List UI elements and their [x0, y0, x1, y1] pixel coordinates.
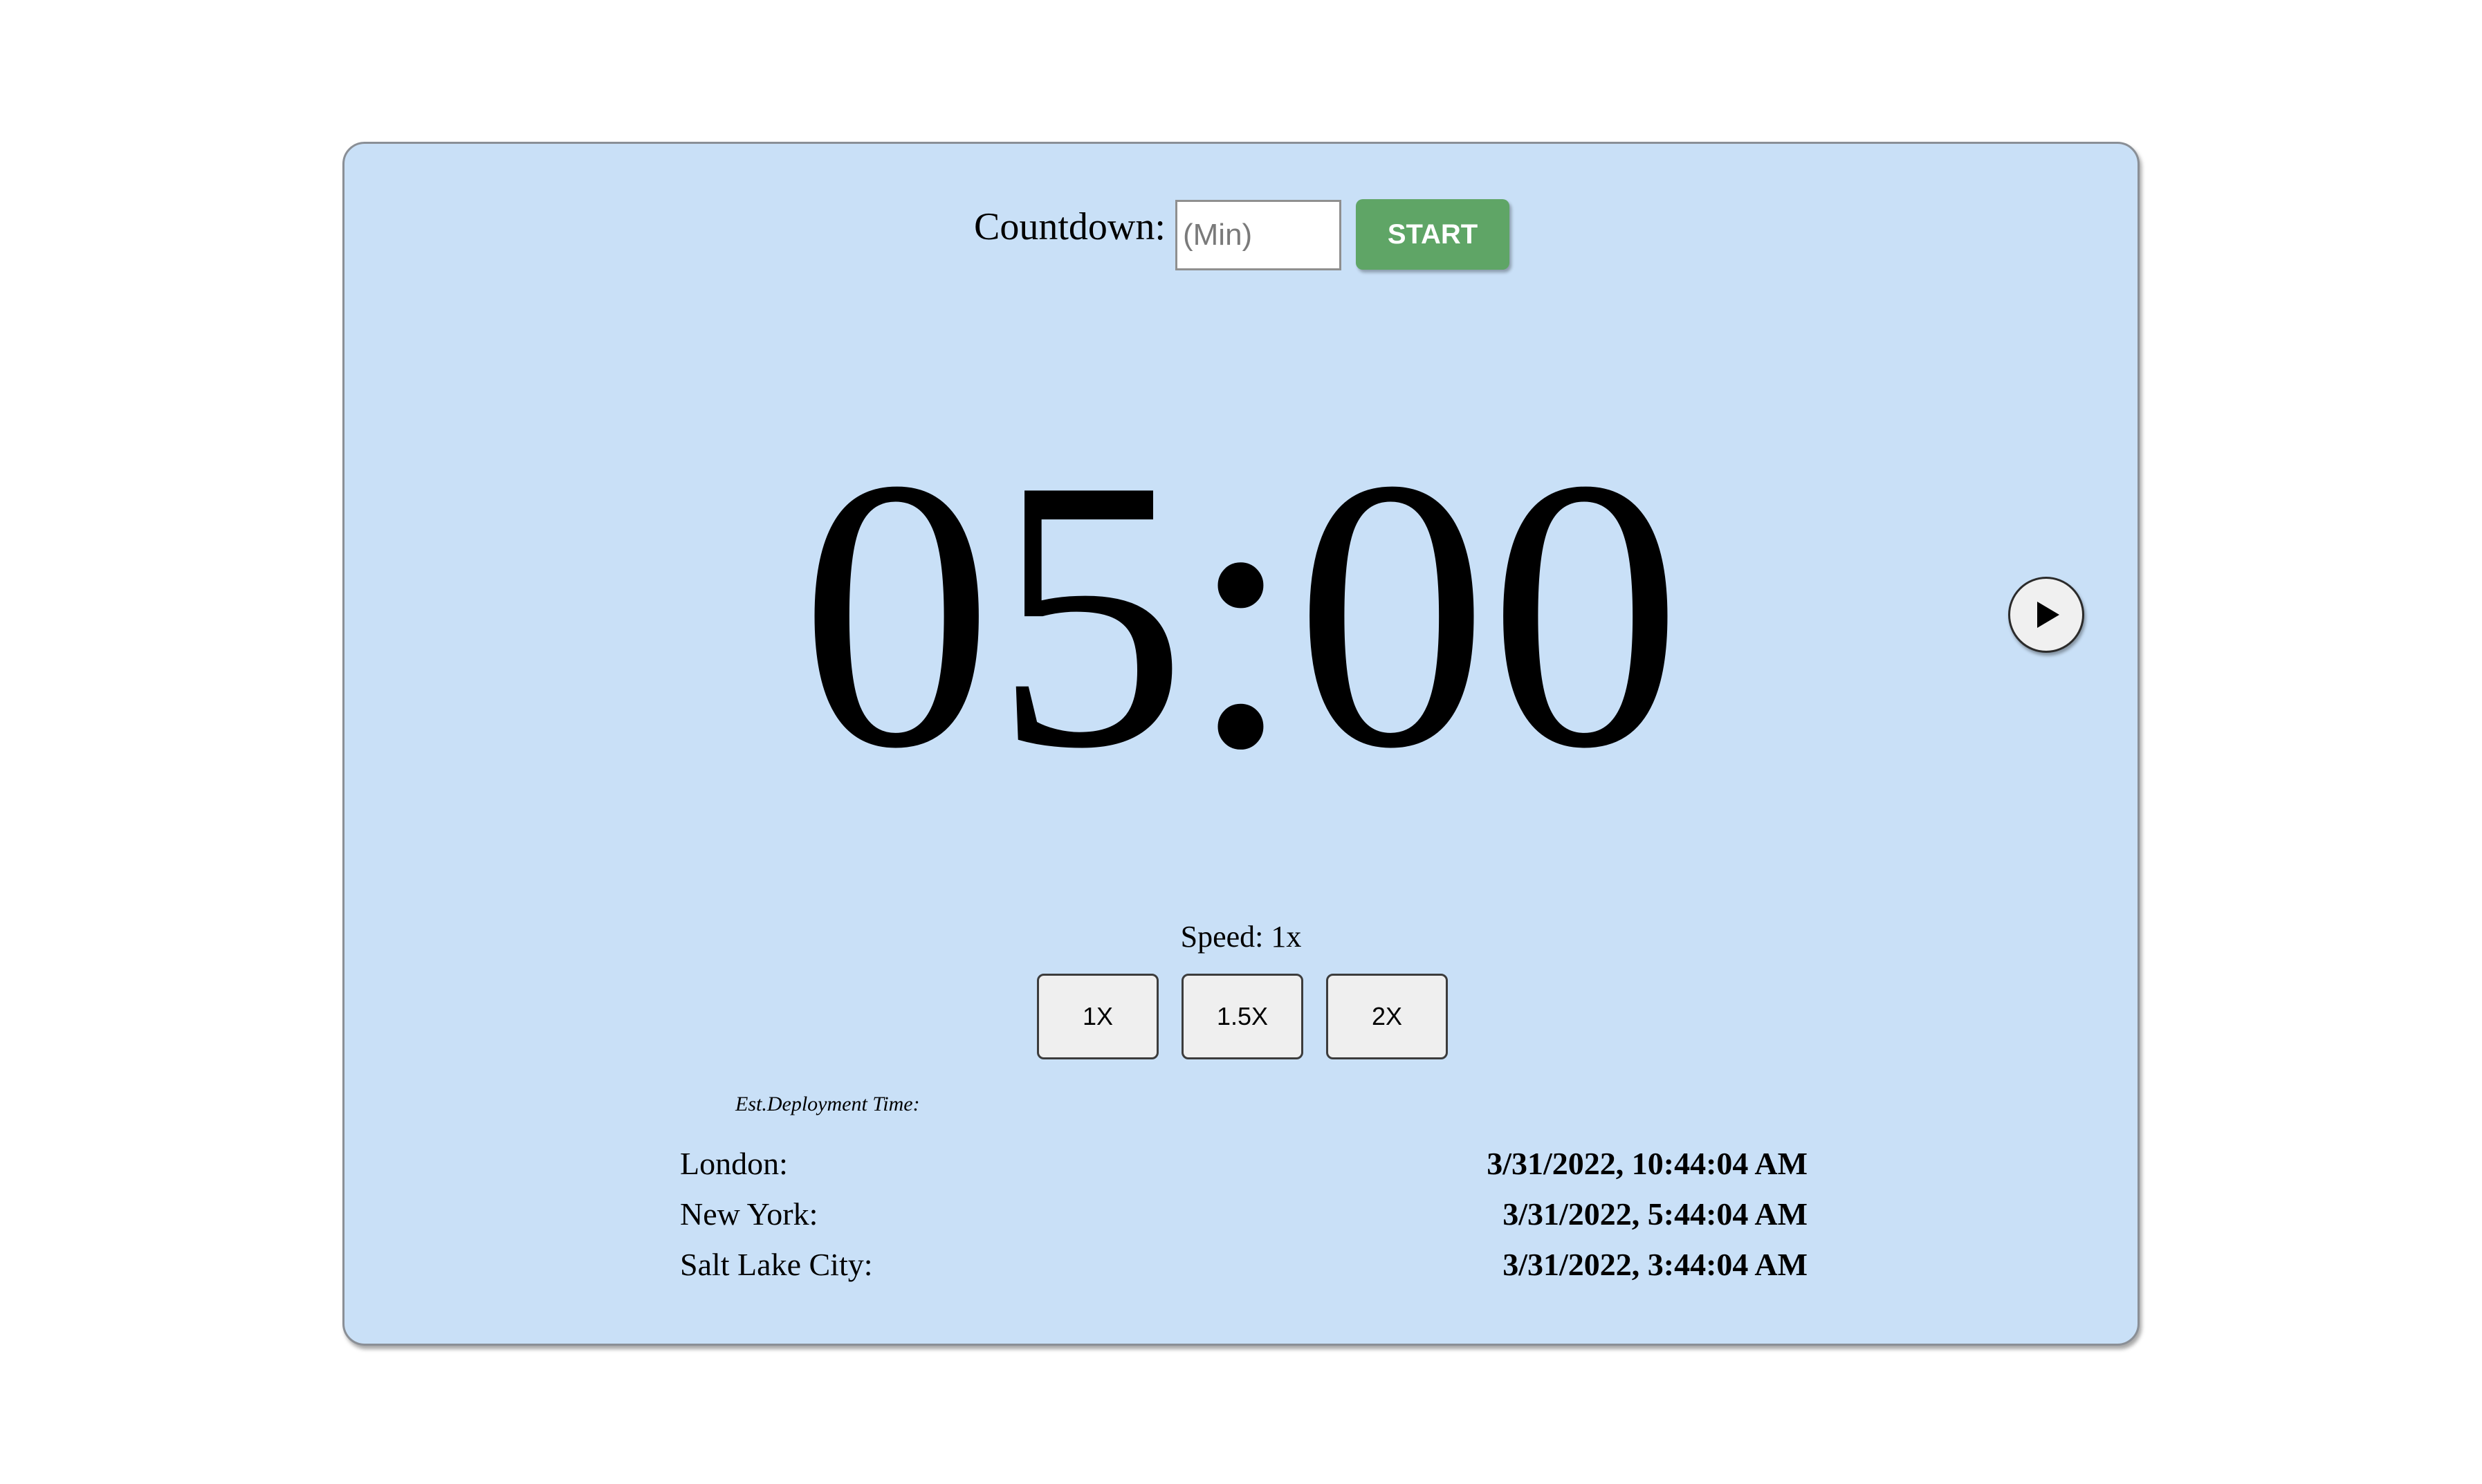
- countdown-label: Countdown:: [974, 205, 1166, 248]
- speed-2x-button[interactable]: 2X: [1326, 974, 1448, 1059]
- city-label: Salt Lake City:: [680, 1247, 873, 1282]
- play-icon: [2037, 602, 2059, 628]
- minutes-input[interactable]: [1175, 200, 1341, 270]
- speed-1-5x-button[interactable]: 1.5X: [1182, 974, 1303, 1059]
- deployment-heading: Est.Deployment Time:: [735, 1093, 920, 1115]
- countdown-panel: Countdown: START 05:00 Speed: 1x 1X 1.5X…: [342, 142, 2140, 1346]
- timer-display: 05:00: [800, 400, 1682, 828]
- speed-label: Speed: 1x: [1180, 920, 1302, 954]
- deployment-time: 3/31/2022, 10:44:04 AM: [1487, 1146, 1808, 1181]
- deployment-time: 3/31/2022, 3:44:04 AM: [1502, 1247, 1808, 1282]
- city-label: New York:: [680, 1196, 818, 1232]
- deployment-time: 3/31/2022, 5:44:04 AM: [1502, 1196, 1808, 1232]
- city-label: London:: [680, 1146, 788, 1181]
- play-button[interactable]: [2008, 577, 2084, 653]
- speed-1x-button[interactable]: 1X: [1037, 974, 1159, 1059]
- start-button[interactable]: START: [1356, 199, 1509, 270]
